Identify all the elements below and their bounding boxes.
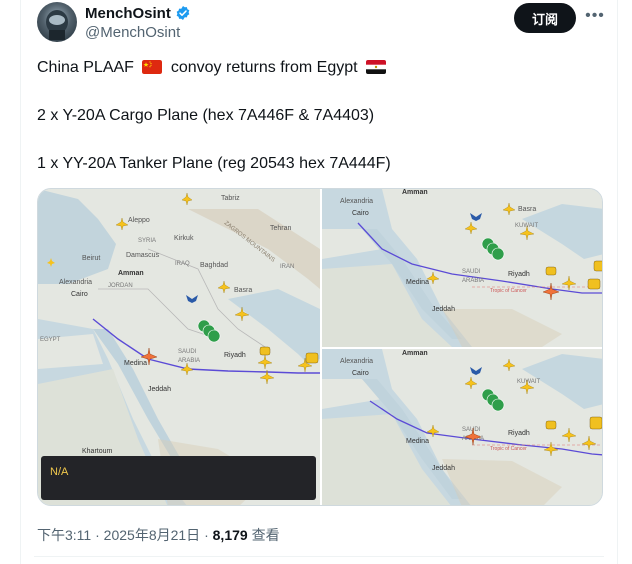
flight-map-top-right[interactable]: Amman Alexandria Cairo Basra SAUDI ARABI… [322,189,602,347]
tanker-aircraft-icon [464,427,482,446]
airport-icon [491,398,505,412]
divider [34,556,604,557]
aircraft-icon [234,306,250,322]
author-handle[interactable]: @MenchOsint [85,24,180,41]
airport-icon [207,329,221,343]
air-force-logo-icon [470,213,482,221]
aircraft-icon [561,427,577,443]
aircraft-icon [217,280,231,294]
aircraft-icon [115,217,129,231]
tweet-text-segment: China PLAAF [37,59,134,76]
air-force-logo-icon [470,367,482,375]
china-flag-icon [142,60,163,74]
aircraft-cluster-icon [593,260,602,272]
aircraft-icon [543,441,559,457]
tweet-text-line-1: China PLAAF convoy returns from Egypt [37,59,390,77]
views-label: 查看 [251,527,280,543]
tweet-text-line-2: 2 x Y-20A Cargo Plane (hex 7A446F & 7A44… [37,107,375,124]
media-overlay-box [41,456,316,500]
aircraft-cluster-icon [259,346,271,356]
aircraft-icon [519,225,535,241]
views-count: 8,179 [212,527,248,543]
tweet-text-line-3: 1 x YY-20A Tanker Plane (reg 20543 hex 7… [37,155,391,172]
aircraft-layer [426,202,602,301]
aircraft-icon [561,275,577,291]
more-horizontal-icon[interactable]: ••• [584,6,606,26]
airport-icon [491,247,505,261]
tweet-date[interactable]: 2025年8月21日 [104,527,201,543]
aircraft-icon [180,362,194,376]
flight-map-bottom-right[interactable]: Amman Alexandria Cairo KUWAIT SAUDI ARAB… [322,349,602,505]
aircraft-icon [181,192,193,206]
air-force-logo-icon [186,295,198,303]
aircraft-icon [581,435,597,451]
subscribe-button[interactable]: 订阅 [514,3,576,33]
meta-separator: · [204,527,209,543]
aircraft-icon [502,202,516,216]
aircraft-icon [464,376,478,390]
aircraft-layer [426,358,602,457]
aircraft-icon [519,379,535,395]
aircraft-cluster-icon [305,352,319,364]
aircraft-cluster-icon [587,278,601,290]
aircraft-icon [464,221,478,235]
tanker-aircraft-icon [542,282,560,301]
verified-badge-icon [176,6,190,20]
tweet-meta: 下午3:11 · 2025年8月21日 · 8,179 查看 [37,525,280,545]
media-overlay-label: N/A [50,466,69,478]
aircraft-icon [47,258,55,267]
avatar[interactable] [37,2,77,42]
tanker-aircraft-icon [140,347,158,366]
avatar-image [46,10,68,40]
tweet-time[interactable]: 下午3:11 [37,527,91,543]
author-display-name[interactable]: MenchOsint [85,5,171,22]
tweet-text-segment: convoy returns from Egypt [170,59,358,76]
aircraft-icon [259,369,275,385]
egypt-flag-icon [366,60,387,74]
aircraft-cluster-icon [545,420,557,430]
aircraft-icon [426,424,440,438]
aircraft-cluster-icon [589,416,602,430]
meta-separator: · [95,527,100,543]
aircraft-icon [502,358,516,372]
aircraft-icon [257,354,273,370]
aircraft-icon [426,271,440,285]
aircraft-cluster-icon [545,266,557,276]
